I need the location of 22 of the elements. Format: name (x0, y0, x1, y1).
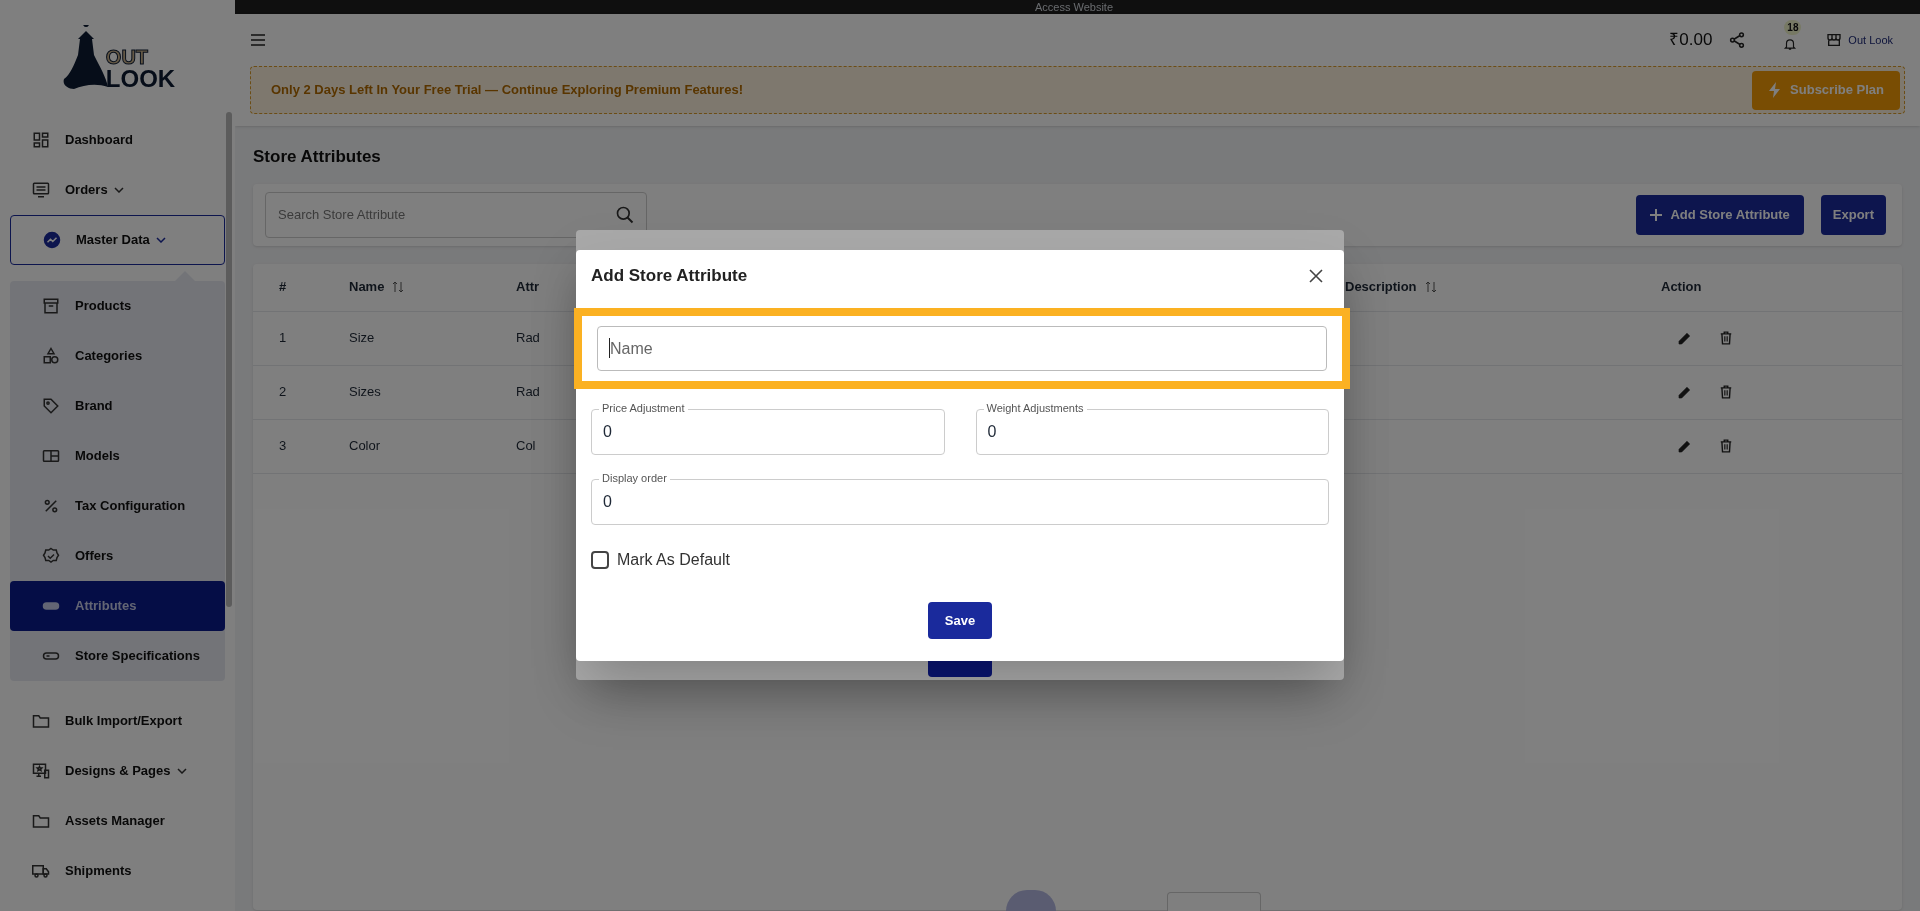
page-title: Store Attributes (253, 146, 382, 168)
column-header: # (279, 278, 287, 297)
dialog-title: Add Store Attribute (591, 265, 748, 288)
column-header: Action (1661, 278, 1702, 297)
notification-badge: 18 (1784, 20, 1802, 35)
table-cell: Rad (516, 330, 540, 346)
table-cell: Sizes (349, 384, 381, 400)
field-label: Price Adjustment (599, 403, 688, 414)
table-cell: Color (349, 438, 381, 454)
field-label: Display order (599, 473, 670, 484)
table-cell: 1 (279, 330, 287, 346)
field-label: Weight Adjustments (983, 403, 1087, 414)
balance-text: ₹0.00 (1669, 29, 1713, 52)
table-cell: Size (349, 330, 375, 346)
table-cell: 3 (279, 438, 287, 454)
table-cell: Rad (516, 384, 540, 400)
column-header: Attr (516, 278, 540, 297)
table-cell: Col (516, 438, 536, 454)
table-cell: 2 (279, 384, 287, 400)
trial-message: Only 2 Days Left In Your Free Trial — Continue Exploring Premium Features! (271, 81, 743, 100)
logo-text: OUT (105, 46, 150, 67)
logo-text: LOOK (105, 66, 176, 91)
